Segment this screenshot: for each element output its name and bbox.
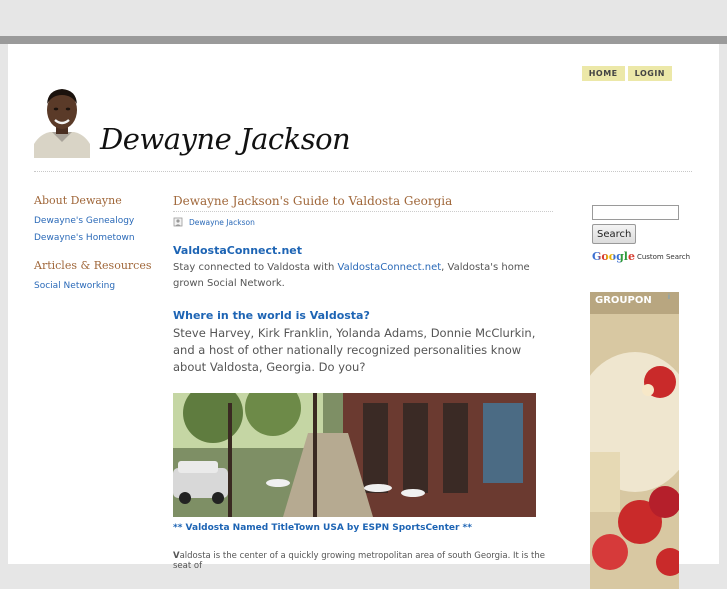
google-custom-search-label: Google Custom Search: [592, 250, 690, 263]
page-container: HOME LOGIN Dewayne Jackson About Dewayne…: [8, 44, 719, 589]
sidebar-heading-articles: Articles & Resources: [34, 259, 152, 272]
site-title: Dewayne Jackson: [100, 122, 351, 156]
sidebar-link-hometown[interactable]: Dewayne's Hometown: [34, 233, 154, 243]
intro-teaser: Valdosta is the center of a quickly grow…: [173, 551, 553, 571]
photo-caption: ** Valdosta Named TitleTown USA by ESPN …: [173, 523, 472, 533]
text-span: Stay connected to Valdosta with: [173, 262, 338, 273]
main-content: Dewayne Jackson's Guide to Valdosta Geor…: [173, 194, 553, 571]
search-button[interactable]: Search: [592, 224, 637, 244]
avatar: [34, 89, 90, 158]
top-band: [0, 36, 727, 44]
section-heading-where[interactable]: Where in the world is Valdosta?: [173, 309, 553, 322]
section-text-where: Steve Harvey, Kirk Franklin, Yolanda Ada…: [173, 326, 536, 374]
ad-image: [590, 292, 679, 589]
groupon-ad[interactable]: GROUPON i: [590, 292, 679, 589]
teaser-text: aldosta is the center of a quickly growi…: [173, 551, 545, 571]
valdosta-street-photo: [173, 393, 536, 517]
sidebar-group-articles: Articles & Resources Social Networking: [34, 259, 154, 291]
valdostaconnect-link[interactable]: ValdostaConnect.net: [338, 262, 442, 273]
google-text: Google: [592, 250, 635, 263]
custom-search-text: Custom Search: [636, 252, 691, 261]
author-icon: [173, 217, 183, 227]
header-divider: [34, 171, 692, 172]
home-button[interactable]: HOME: [581, 66, 625, 81]
section-heading-valdostaconnect[interactable]: ValdostaConnect.net: [173, 244, 553, 257]
dropcap: V: [173, 551, 180, 561]
post-title: Dewayne Jackson's Guide to Valdosta Geor…: [173, 194, 553, 212]
groupon-logo: GROUPON: [595, 295, 652, 306]
search-input[interactable]: [592, 205, 679, 220]
google-logo: Google: [592, 250, 635, 263]
byline: Dewayne Jackson: [173, 217, 553, 227]
author-link[interactable]: Dewayne Jackson: [189, 218, 255, 227]
sidebar-link-genealogy[interactable]: Dewayne's Genealogy: [34, 216, 154, 226]
sidebar-group-about: About Dewayne Dewayne's Genealogy Dewayn…: [34, 194, 154, 243]
top-nav: HOME LOGIN: [581, 66, 672, 81]
section-text-valdostaconnect: Stay connected to Valdosta with Valdosta…: [173, 260, 553, 292]
sidebar-heading-about: About Dewayne: [34, 194, 122, 207]
login-button[interactable]: LOGIN: [627, 66, 672, 81]
sidebar: About Dewayne Dewayne's Genealogy Dewayn…: [34, 194, 154, 307]
sidebar-link-social-networking[interactable]: Social Networking: [34, 281, 154, 291]
ad-info-icon[interactable]: i: [668, 293, 677, 302]
